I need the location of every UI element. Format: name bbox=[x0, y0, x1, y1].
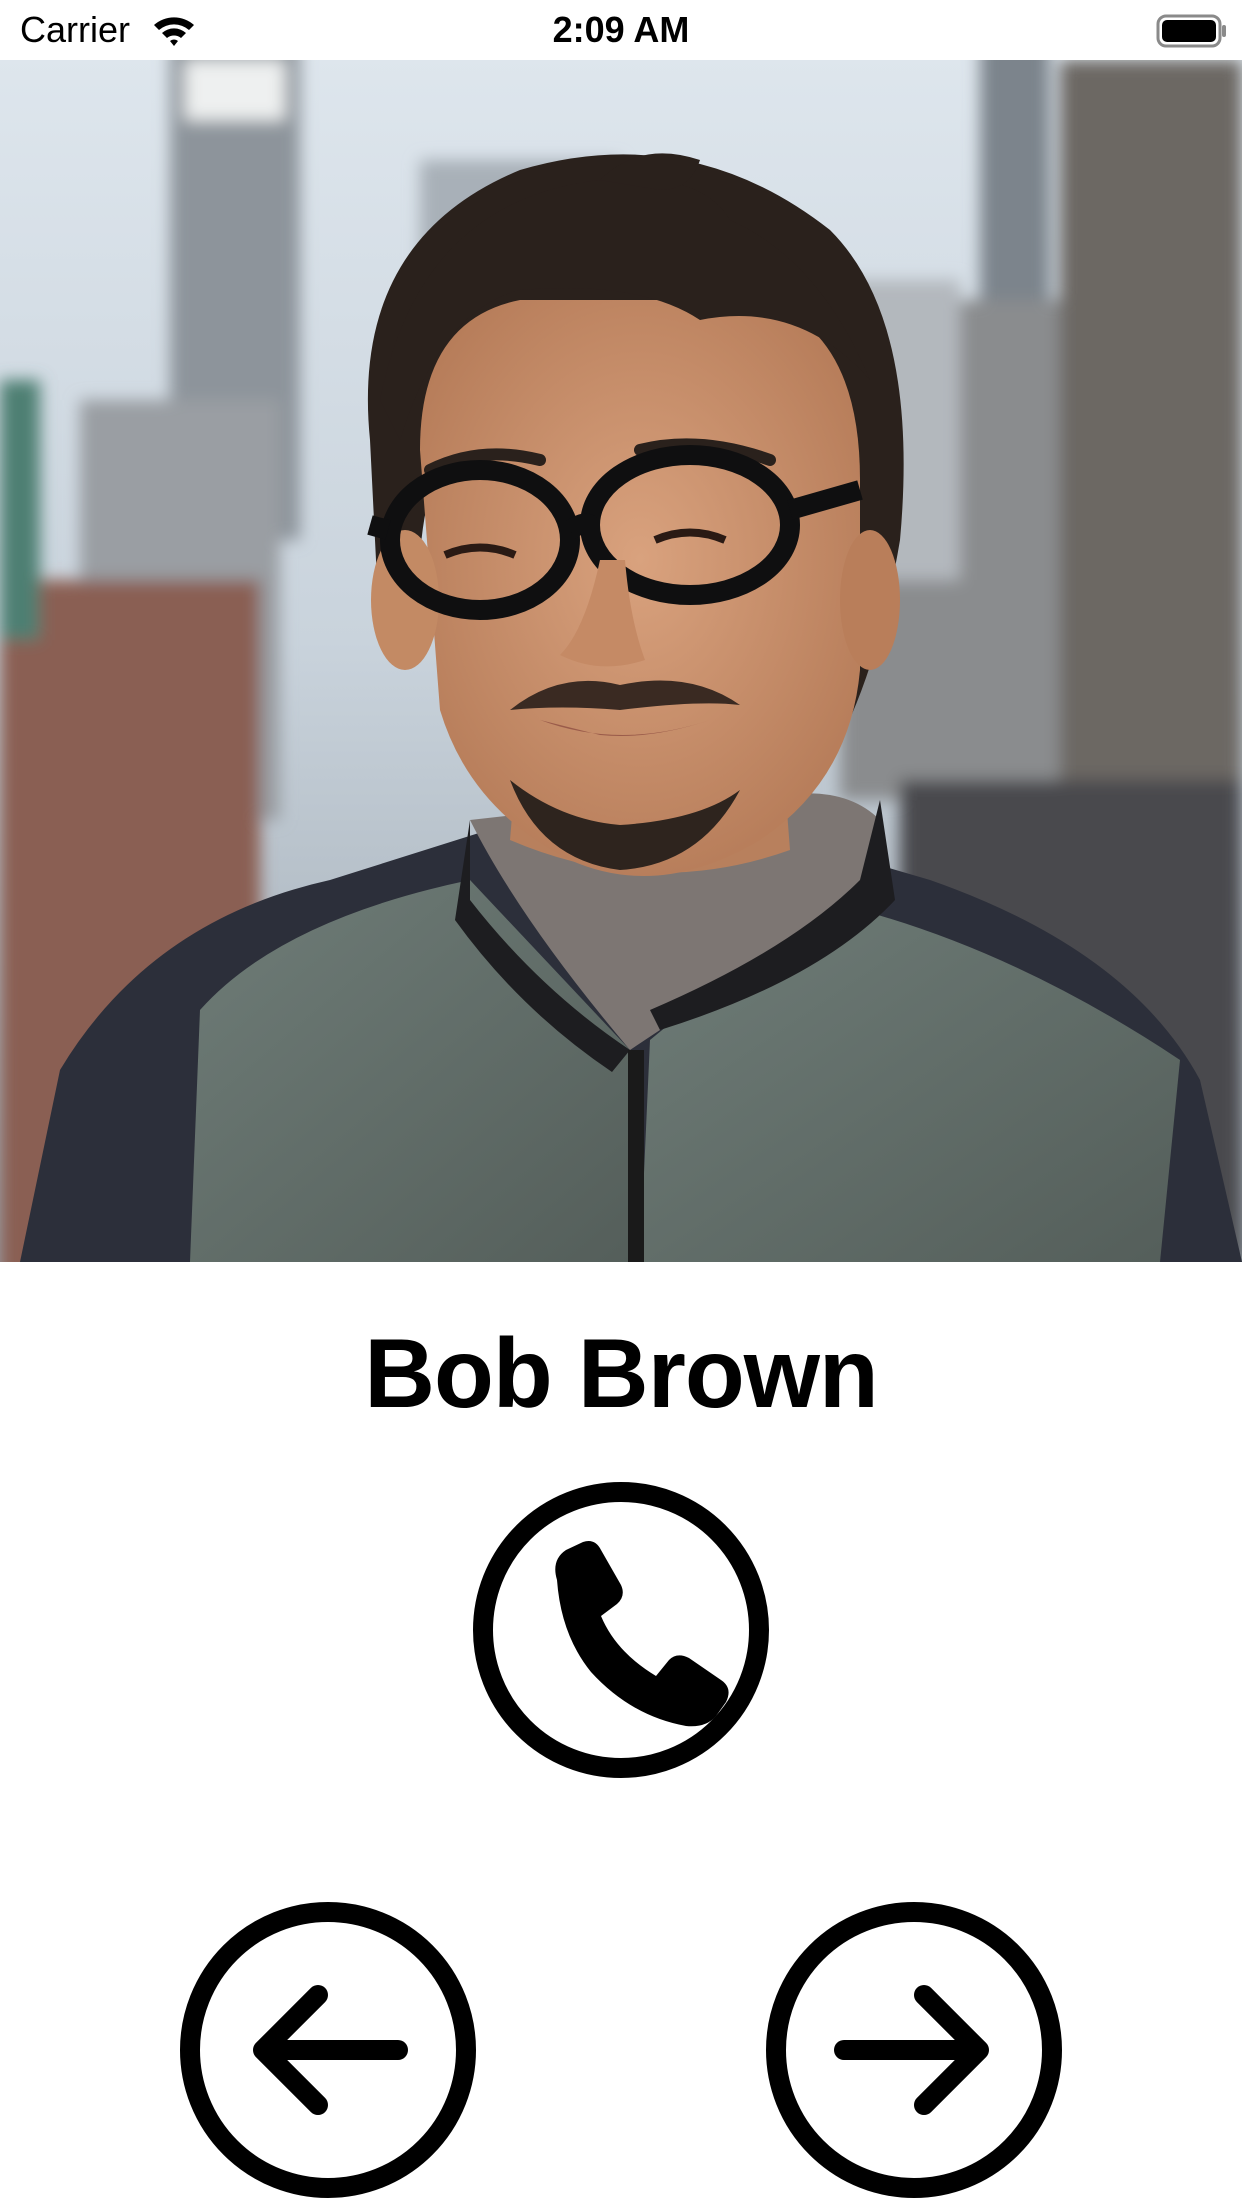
status-bar: Carrier 2:09 AM bbox=[0, 0, 1242, 60]
phone-icon bbox=[473, 1482, 769, 1778]
arrow-right-icon bbox=[766, 1902, 1062, 2198]
call-button[interactable] bbox=[471, 1480, 771, 1780]
contact-name: Bob Brown bbox=[364, 1318, 879, 1428]
previous-button[interactable] bbox=[178, 1900, 478, 2200]
arrow-left-icon bbox=[180, 1902, 476, 2198]
contact-photo bbox=[0, 20, 1242, 1262]
status-time: 2:09 AM bbox=[552, 9, 690, 50]
battery-icon bbox=[1156, 14, 1228, 48]
next-button[interactable] bbox=[764, 1900, 1064, 2200]
